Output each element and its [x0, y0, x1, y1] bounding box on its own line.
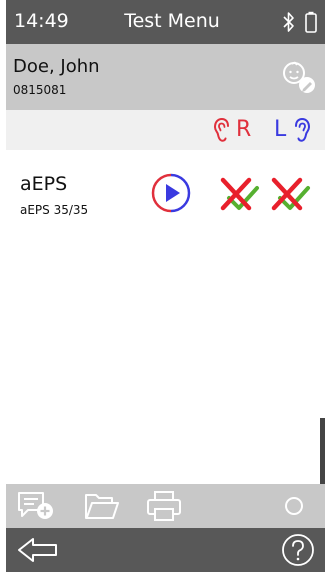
folder-icon[interactable] — [82, 490, 122, 522]
scrollbar-thumb[interactable] — [320, 418, 325, 484]
bottom-toolbar — [6, 484, 325, 528]
add-comment-icon[interactable] — [16, 490, 56, 522]
back-arrow-icon[interactable] — [16, 536, 60, 564]
play-icon[interactable] — [151, 173, 191, 213]
right-ear-icon — [213, 117, 229, 142]
help-icon[interactable] — [281, 533, 315, 567]
patient-id: 0815081 — [13, 83, 67, 97]
ear-side-header: R L — [6, 110, 325, 150]
left-ear-label: L — [274, 117, 287, 142]
fail-check-icon — [271, 177, 310, 211]
right-ear-label: R — [236, 117, 252, 142]
status-time: 14:49 — [14, 10, 69, 32]
page-title: Test Menu — [124, 10, 220, 32]
test-row-aeps[interactable]: aEPS aEPS 35/35 — [6, 170, 325, 226]
baby-edit-icon[interactable] — [280, 58, 316, 94]
bluetooth-icon — [283, 12, 294, 32]
left-ear-column-header: L — [274, 115, 322, 145]
battery-icon — [305, 11, 317, 33]
app-frame: 14:49 Test Menu Doe, John 0815081 R L aE… — [6, 0, 325, 572]
right-ear-column-header: R — [212, 115, 268, 145]
patient-name: Doe, John — [13, 56, 100, 77]
left-ear-icon — [295, 117, 311, 142]
fail-check-icon — [220, 177, 259, 211]
status-bar: 14:49 Test Menu — [6, 0, 325, 44]
bottom-nav — [6, 528, 325, 572]
test-detail: aEPS 35/35 — [20, 203, 89, 217]
patient-header[interactable]: Doe, John 0815081 — [6, 44, 325, 110]
circle-icon[interactable] — [274, 490, 314, 522]
printer-icon[interactable] — [144, 490, 184, 522]
test-name: aEPS — [20, 173, 68, 195]
